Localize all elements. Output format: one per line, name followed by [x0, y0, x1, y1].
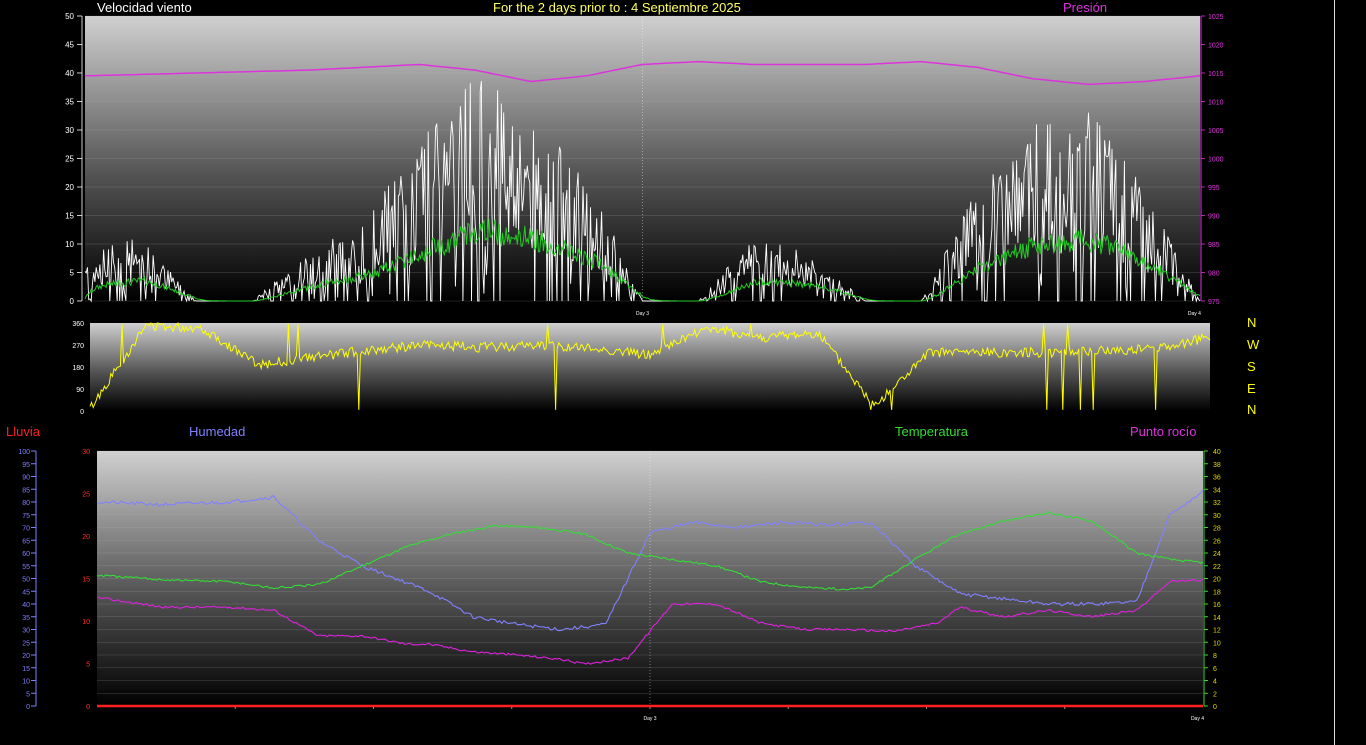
hum-tick-label: 10	[22, 679, 30, 686]
temp-tick-label: 0	[1213, 704, 1217, 711]
temperature-humidity-chart: 0246810121416182022242628303234363840051…	[18, 449, 1221, 722]
right-border	[1334, 0, 1335, 745]
hum-tick-label: 50	[22, 577, 30, 584]
temp-tick-label: 30	[1213, 513, 1221, 520]
temp-tick-label: 14	[1213, 615, 1221, 622]
temp-tick-label: 6	[1213, 666, 1217, 673]
rain-tick-label: 0	[86, 704, 90, 711]
wind-direction-chart: 0 90 180 270 360	[72, 321, 1211, 416]
hum-tick-label: 0	[26, 704, 30, 711]
y-tick-label: 35	[65, 98, 74, 107]
hum-tick-label: 65	[22, 538, 30, 545]
y2-tick-label: 1005	[1208, 128, 1224, 135]
temp-tick-label: 10	[1213, 640, 1221, 647]
rain-tick-label: 30	[82, 449, 90, 456]
plot-background	[90, 323, 1210, 411]
dir-tick-label: 270	[72, 343, 84, 350]
y2-tick-label: 995	[1208, 185, 1220, 192]
compass-e: E	[1247, 381, 1256, 396]
x-tick-label: Day 3	[643, 716, 656, 722]
compass-s: S	[1247, 359, 1256, 374]
hum-tick-label: 55	[22, 564, 30, 571]
y-tick-label: 5	[70, 269, 75, 278]
pressure-title: Presión	[1063, 0, 1108, 15]
compass-n-bottom: N	[1247, 402, 1257, 417]
y-tick-label: 30	[65, 126, 74, 135]
rain-tick-label: 25	[82, 492, 90, 499]
temp-tick-label: 28	[1213, 526, 1221, 533]
y2-tick-label: 1025	[1208, 14, 1224, 21]
hum-tick-label: 85	[22, 487, 30, 494]
y2-tick-label: 980	[1208, 271, 1220, 278]
temp-tick-label: 40	[1213, 449, 1221, 456]
hum-tick-label: 30	[22, 628, 30, 635]
y2-tick-label: 1010	[1208, 100, 1224, 107]
y-tick-label: 25	[65, 155, 74, 164]
temp-tick-label: 16	[1213, 602, 1221, 609]
wind-title: Velocidad viento	[97, 0, 192, 15]
temp-tick-label: 36	[1213, 475, 1221, 482]
hum-tick-label: 5	[26, 691, 30, 698]
hum-tick-label: 100	[18, 449, 30, 456]
rain-tick-label: 10	[82, 619, 90, 626]
hum-tick-label: 25	[22, 640, 30, 647]
compass-n-top: N	[1247, 315, 1257, 330]
rain-tick-label: 20	[82, 534, 90, 541]
dir-tick-label: 90	[76, 387, 84, 394]
temp-tick-label: 24	[1213, 551, 1221, 558]
hum-tick-label: 75	[22, 513, 30, 520]
temp-tick-label: 4	[1213, 679, 1217, 686]
temp-tick-label: 20	[1213, 577, 1221, 584]
y-tick-label: 10	[65, 240, 74, 249]
hum-tick-label: 40	[22, 602, 30, 609]
temp-tick-label: 26	[1213, 538, 1221, 545]
rain-label: Lluvia	[6, 424, 40, 439]
wind-pressure-chart: 0510152025303540455097598098599099510001…	[65, 12, 1224, 317]
hum-tick-label: 35	[22, 615, 30, 622]
y-tick-label: 20	[65, 183, 74, 192]
temp-tick-label: 18	[1213, 589, 1221, 596]
y-tick-label: 45	[65, 41, 74, 50]
y2-tick-label: 1020	[1208, 43, 1224, 50]
hum-tick-label: 80	[22, 500, 30, 507]
y-tick-label: 40	[65, 69, 74, 78]
temp-tick-label: 8	[1213, 653, 1217, 660]
temp-tick-label: 12	[1213, 628, 1221, 635]
y-tick-label: 15	[65, 212, 74, 221]
humidity-label: Humedad	[189, 424, 246, 439]
temp-tick-label: 32	[1213, 500, 1221, 507]
y-tick-label: 50	[65, 12, 74, 21]
hum-tick-label: 60	[22, 551, 30, 558]
weather-graph: 0510152025303540455097598098599099510001…	[18, 12, 1224, 722]
rain-tick-label: 5	[86, 662, 90, 669]
y2-tick-label: 1000	[1208, 157, 1224, 164]
x-tick-label: Day 4	[1191, 716, 1204, 722]
y2-tick-label: 985	[1208, 242, 1220, 249]
compass-w: W	[1247, 337, 1260, 352]
hum-tick-label: 90	[22, 475, 30, 482]
dir-tick-label: 0	[80, 409, 84, 416]
y2-tick-label: 1015	[1208, 71, 1224, 78]
hum-tick-label: 15	[22, 666, 30, 673]
dir-tick-label: 180	[72, 365, 84, 372]
x-tick-label: Day 3	[636, 311, 649, 317]
y2-tick-label: 990	[1208, 214, 1220, 221]
y-tick-label: 0	[70, 297, 75, 306]
temp-tick-label: 34	[1213, 487, 1221, 494]
period-label: For the 2 days prior to : 4 Septiembre 2…	[493, 0, 741, 15]
hum-tick-label: 95	[22, 462, 30, 469]
rain-tick-label: 15	[82, 577, 90, 584]
y2-tick-label: 975	[1208, 299, 1220, 306]
dewpoint-label: Punto rocío	[1130, 424, 1197, 439]
temperature-label: Temperatura	[895, 424, 968, 439]
x-tick-label: Day 4	[1188, 311, 1201, 317]
hum-tick-label: 70	[22, 526, 30, 533]
temp-tick-label: 22	[1213, 564, 1221, 571]
dir-tick-label: 360	[72, 321, 84, 328]
temp-tick-label: 38	[1213, 462, 1221, 469]
hum-tick-label: 20	[22, 653, 30, 660]
temp-tick-label: 2	[1213, 691, 1217, 698]
hum-tick-label: 45	[22, 589, 30, 596]
